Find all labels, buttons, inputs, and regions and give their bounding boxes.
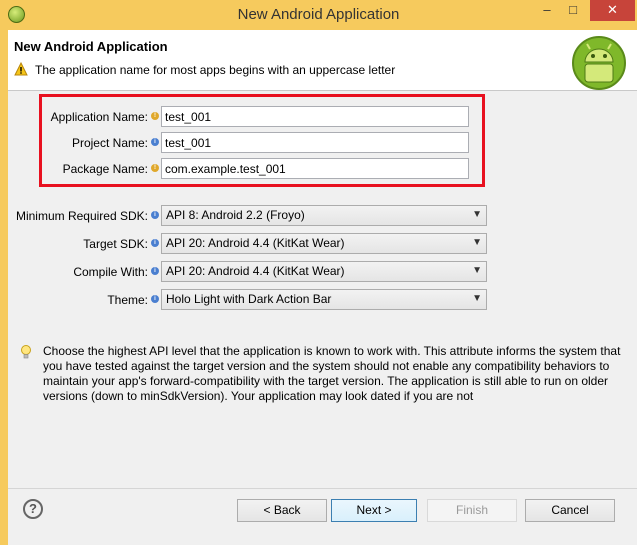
info-decorator-icon: i: [151, 295, 159, 303]
lightbulb-icon: [21, 345, 31, 359]
warning-decorator-icon: !: [151, 164, 159, 172]
chevron-down-icon: ▼: [472, 265, 482, 276]
help-icon[interactable]: ?: [23, 499, 43, 519]
minimize-button[interactable]: –: [534, 0, 560, 21]
wizard-header: New Android Application The application …: [8, 30, 637, 91]
info-decorator-icon: i: [151, 267, 159, 275]
description-text: Choose the highest API level that the ap…: [43, 344, 621, 403]
chevron-down-icon: ▼: [472, 237, 482, 248]
project-name-label: Project Name:: [71, 136, 148, 150]
finish-button[interactable]: Finish: [427, 499, 517, 522]
android-logo-icon: [572, 36, 626, 90]
package-name-label: Package Name:: [62, 162, 148, 176]
min-sdk-value: API 8: Android 2.2 (Froyo): [166, 208, 305, 222]
package-name-input[interactable]: [161, 158, 469, 179]
warning-icon: [14, 62, 28, 76]
theme-select[interactable]: Holo Light with Dark Action Bar ▼: [161, 289, 487, 310]
target-sdk-value: API 20: Android 4.4 (KitKat Wear): [166, 236, 345, 250]
cancel-button[interactable]: Cancel: [525, 499, 615, 522]
min-sdk-select[interactable]: API 8: Android 2.2 (Froyo) ▼: [161, 205, 487, 226]
compile-with-select[interactable]: API 20: Android 4.4 (KitKat Wear) ▼: [161, 261, 487, 282]
project-name-input[interactable]: [161, 132, 469, 153]
compile-with-value: API 20: Android 4.4 (KitKat Wear): [166, 264, 345, 278]
header-message: The application name for most apps begin…: [35, 63, 396, 77]
footer-divider: [8, 488, 637, 489]
theme-label: Theme:: [107, 293, 148, 307]
maximize-button[interactable]: □: [560, 0, 586, 21]
min-sdk-label: Minimum Required SDK:: [15, 209, 148, 223]
page-title: New Android Application: [14, 39, 168, 54]
title-bar: New Android Application – □ ✕: [0, 0, 637, 30]
back-button[interactable]: < Back: [237, 499, 327, 522]
compile-with-label: Compile With:: [73, 265, 148, 279]
target-sdk-label: Target SDK:: [83, 237, 148, 251]
next-button[interactable]: Next >: [331, 499, 417, 522]
application-name-label: Application Name:: [50, 110, 148, 124]
chevron-down-icon: ▼: [472, 293, 482, 304]
target-sdk-select[interactable]: API 20: Android 4.4 (KitKat Wear) ▼: [161, 233, 487, 254]
close-button[interactable]: ✕: [590, 0, 635, 21]
info-decorator-icon: i: [151, 211, 159, 219]
warning-decorator-icon: !: [151, 112, 159, 120]
info-decorator-icon: i: [151, 239, 159, 247]
chevron-down-icon: ▼: [472, 209, 482, 220]
theme-value: Holo Light with Dark Action Bar: [166, 292, 332, 306]
application-name-input[interactable]: [161, 106, 469, 127]
info-decorator-icon: i: [151, 138, 159, 146]
window-frame-left: [0, 30, 8, 545]
